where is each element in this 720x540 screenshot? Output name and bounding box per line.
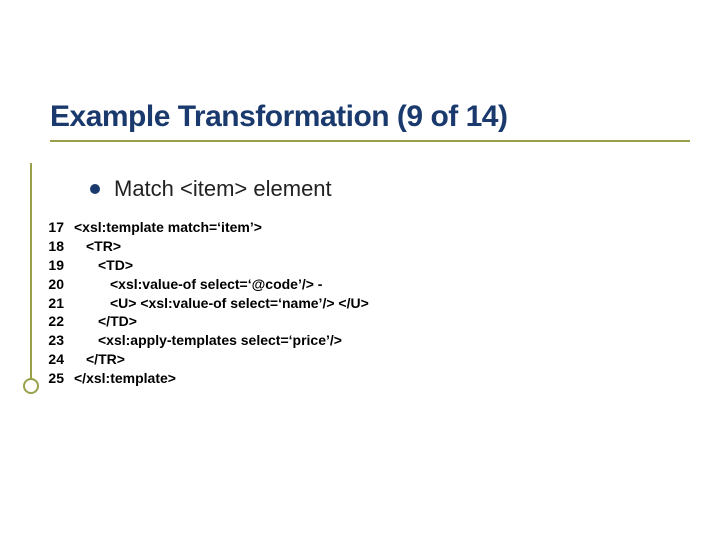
code-text: </TR>: [74, 350, 125, 369]
code-line: 22 </TD>: [44, 312, 369, 331]
code-text: </TD>: [74, 312, 137, 331]
accent-vertical-line: [30, 163, 32, 388]
line-number: 17: [44, 218, 74, 237]
code-line: 19 <TD>: [44, 256, 369, 275]
code-line: 20 <xsl:value-of select=‘@code’/> -: [44, 275, 369, 294]
bullet-dot-icon: [90, 184, 100, 194]
line-number: 18: [44, 237, 74, 256]
line-number: 25: [44, 369, 74, 388]
code-text: <xsl:template match=‘item’>: [74, 218, 262, 237]
code-line: 23 <xsl:apply-templates select=‘price’/>: [44, 331, 369, 350]
code-text: <U> <xsl:value-of select=‘name’/> </U>: [74, 294, 369, 313]
code-text: <xsl:apply-templates select=‘price’/>: [74, 331, 342, 350]
title-bar: Example Transformation (9 of 14): [50, 100, 690, 142]
code-text: <TR>: [74, 237, 121, 256]
slide-title: Example Transformation (9 of 14): [50, 100, 690, 134]
code-line: 21 <U> <xsl:value-of select=‘name’/> </U…: [44, 294, 369, 313]
code-block: 17 <xsl:template match=‘item’> 18 <TR> 1…: [44, 218, 369, 388]
line-number: 20: [44, 275, 74, 294]
code-text: </xsl:template>: [74, 369, 176, 388]
code-line: 24 </TR>: [44, 350, 369, 369]
line-number: 24: [44, 350, 74, 369]
code-line: 17 <xsl:template match=‘item’>: [44, 218, 369, 237]
bullet-item: Match <item> element: [90, 176, 332, 202]
line-number: 22: [44, 312, 74, 331]
code-text: <TD>: [74, 256, 133, 275]
code-line: 25 </xsl:template>: [44, 369, 369, 388]
line-number: 21: [44, 294, 74, 313]
line-number: 19: [44, 256, 74, 275]
code-line: 18 <TR>: [44, 237, 369, 256]
code-text: <xsl:value-of select=‘@code’/> -: [74, 275, 322, 294]
line-number: 23: [44, 331, 74, 350]
bullet-text: Match <item> element: [114, 176, 332, 202]
accent-circle-icon: [23, 378, 39, 394]
